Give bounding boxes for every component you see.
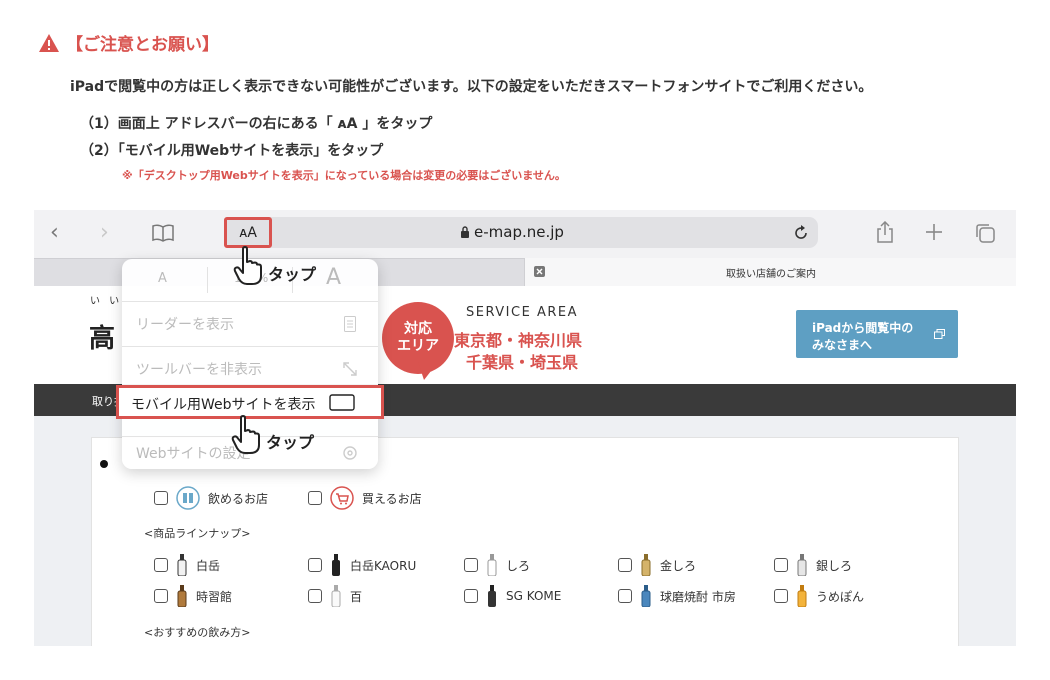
url-text: e-map.ne.jp bbox=[474, 223, 564, 241]
bottle-icon bbox=[797, 554, 807, 576]
ipad-visitors-button[interactable]: iPadから閲覧中の みなさまへ bbox=[796, 310, 958, 358]
new-tab-icon[interactable] bbox=[925, 223, 943, 241]
tap-hand-icon bbox=[233, 246, 262, 285]
notice-title: 【ご注意とお願い】 bbox=[38, 30, 219, 55]
product-item[interactable]: 球磨焼酎 市房 bbox=[618, 585, 736, 607]
checkbox[interactable] bbox=[618, 558, 632, 572]
forward-icon[interactable]: › bbox=[100, 220, 109, 245]
product-item[interactable]: うめぽん bbox=[774, 585, 864, 607]
close-tab-icon[interactable] bbox=[534, 266, 545, 277]
bottle-icon bbox=[797, 585, 807, 607]
warning-icon bbox=[39, 33, 59, 52]
recommend-heading: <おすすめの飲み方> bbox=[144, 626, 251, 639]
bookmarks-icon[interactable] bbox=[152, 224, 174, 242]
reader-icon bbox=[344, 316, 356, 332]
lock-icon bbox=[461, 226, 469, 238]
text-size-button[interactable]: ᴀA bbox=[224, 217, 272, 248]
product-label: 百 bbox=[350, 589, 363, 604]
bubble-line-1: 対応 bbox=[404, 320, 432, 337]
menu-item-label: リーダーを表示 bbox=[136, 317, 234, 333]
filter-drink-label: 飲めるお店 bbox=[208, 491, 269, 506]
product-label: 球磨焼酎 市房 bbox=[660, 589, 736, 604]
ipad-screenshot: ‹ › ᴀA e-map.ne.jp 取扱い店舗のご案内 い い 高 対応 エリ… bbox=[34, 210, 1016, 646]
notice-note: ※「デスクトップ用Webサイトを表示」になっている場合は変更の必要はございません… bbox=[122, 169, 566, 182]
tap-label: タップ bbox=[268, 265, 317, 284]
ipad-button-line-1: iPadから閲覧中の bbox=[812, 321, 914, 335]
lineup-heading: <商品ラインナップ> bbox=[144, 527, 251, 540]
product-item[interactable]: 百 bbox=[308, 585, 362, 607]
reload-icon[interactable] bbox=[793, 225, 809, 241]
area-line-1: 東京都・神奈川県 bbox=[454, 331, 583, 350]
bottle-icon bbox=[331, 585, 341, 607]
bottle-icon bbox=[177, 554, 187, 576]
divider bbox=[207, 267, 208, 293]
tabs-overview-icon[interactable] bbox=[974, 222, 996, 244]
menu-item-mobile-site[interactable]: モバイル用Webサイトを表示 bbox=[116, 385, 384, 419]
product-label: 時習館 bbox=[196, 589, 233, 604]
area-line-2: 千葉県・埼玉県 bbox=[466, 353, 579, 372]
menu-item-reader[interactable]: リーダーを表示 bbox=[122, 301, 378, 346]
product-item[interactable]: しろ bbox=[464, 554, 530, 576]
bottle-icon bbox=[641, 585, 651, 607]
notice-title-text: 【ご注意とお願い】 bbox=[66, 35, 219, 55]
bottle-icon bbox=[641, 554, 651, 576]
checkbox[interactable] bbox=[154, 491, 168, 505]
menu-item-label: ツールバーを非表示 bbox=[136, 362, 262, 378]
bullet bbox=[100, 460, 108, 468]
bottle-icon bbox=[488, 585, 496, 607]
checkbox[interactable] bbox=[464, 589, 478, 603]
external-window-icon bbox=[934, 329, 945, 339]
checkbox[interactable] bbox=[154, 589, 168, 603]
bottle-icon bbox=[487, 554, 497, 576]
bubble-tail bbox=[418, 362, 438, 380]
product-item[interactable]: SG KOME bbox=[464, 585, 561, 607]
menu-item-label: モバイル用Webサイトを表示 bbox=[131, 397, 316, 413]
checkbox[interactable] bbox=[308, 558, 322, 572]
service-area-label: SERVICE AREA bbox=[466, 305, 578, 320]
product-label: SG KOME bbox=[506, 589, 562, 603]
step-1: （1）画面上 アドレスバーの右にある「 ᴀA 」をタップ bbox=[80, 116, 433, 132]
expand-arrows-icon bbox=[343, 362, 357, 376]
product-label: うめぽん bbox=[816, 589, 865, 604]
product-label: 白岳KAORU bbox=[350, 558, 417, 573]
cheers-icon bbox=[176, 486, 200, 510]
checkbox[interactable] bbox=[308, 491, 322, 505]
checkbox[interactable] bbox=[154, 558, 168, 572]
tap-hand-icon bbox=[231, 415, 260, 454]
checkbox[interactable] bbox=[464, 558, 478, 572]
gear-icon bbox=[343, 446, 357, 460]
filter-drink-store[interactable]: 飲めるお店 bbox=[154, 486, 268, 510]
product-label: しろ bbox=[506, 558, 531, 573]
notice-line: iPadで閲覧中の方は正しく表示できない可能性がございます。以下の設定をいただき… bbox=[70, 79, 873, 95]
filter-buy-label: 買えるお店 bbox=[362, 491, 422, 506]
decrease-font-button[interactable]: A bbox=[158, 271, 167, 286]
ipad-button-line-2: みなさまへ bbox=[812, 338, 873, 352]
checkbox[interactable] bbox=[618, 589, 632, 603]
filter-buy-store[interactable]: 買えるお店 bbox=[308, 486, 422, 510]
checkbox[interactable] bbox=[308, 589, 322, 603]
share-icon[interactable] bbox=[876, 221, 894, 243]
product-label: 金しろ bbox=[660, 558, 697, 573]
bubble-line-2: エリア bbox=[397, 338, 439, 354]
increase-font-button[interactable]: A bbox=[326, 265, 341, 290]
product-item[interactable]: 金しろ bbox=[618, 554, 696, 576]
product-item[interactable]: 白岳 bbox=[154, 554, 220, 576]
product-item[interactable]: 銀しろ bbox=[774, 554, 852, 576]
product-item[interactable]: 白岳KAORU bbox=[308, 554, 416, 576]
bottle-icon bbox=[177, 585, 187, 607]
mobile-device-icon bbox=[329, 394, 355, 411]
tap-label: タップ bbox=[266, 433, 315, 452]
bottle-icon bbox=[332, 554, 340, 576]
site-logo: 高 bbox=[89, 324, 116, 354]
cart-icon bbox=[330, 486, 354, 510]
product-item[interactable]: 時習館 bbox=[154, 585, 232, 607]
back-icon[interactable]: ‹ bbox=[50, 220, 59, 245]
product-label: 銀しろ bbox=[816, 558, 853, 573]
tab-title: 取扱い店舗のご案内 bbox=[726, 269, 816, 280]
checkbox[interactable] bbox=[774, 589, 788, 603]
product-label: 白岳 bbox=[196, 558, 221, 573]
step-2: （2）「モバイル用Webサイトを表示」をタップ bbox=[80, 143, 384, 159]
checkbox[interactable] bbox=[774, 558, 788, 572]
logo-small-text: い い bbox=[90, 296, 123, 307]
